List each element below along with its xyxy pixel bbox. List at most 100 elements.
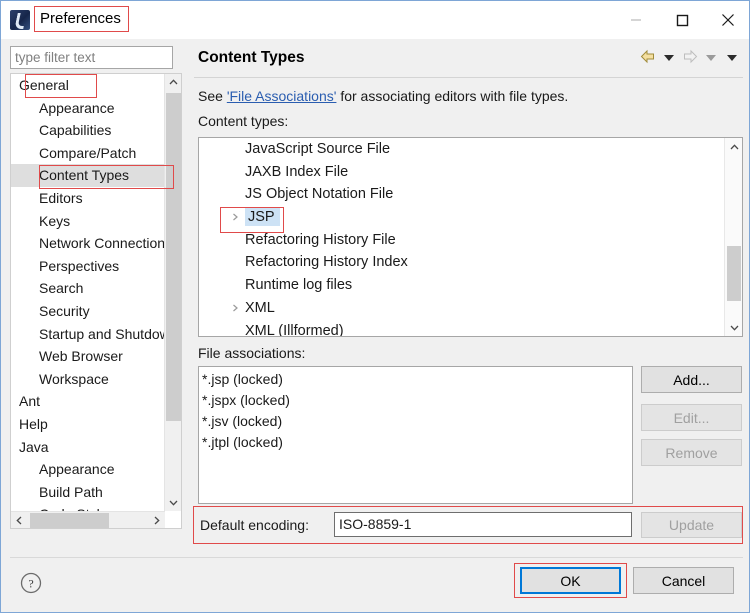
content-types-rows: JavaScript Source File JAXB Index File JS …: [199, 138, 725, 336]
sidebar-item-label: Build Path: [39, 483, 103, 500]
close-button[interactable]: [705, 1, 749, 39]
sidebar-item-perspectives[interactable]: Perspectives: [11, 255, 165, 278]
tree-vertical-scrollbar[interactable]: [164, 74, 181, 511]
sidebar-item-editors[interactable]: Editors: [11, 187, 165, 210]
file-association-label: *.jtpl (locked): [202, 434, 283, 450]
add-button[interactable]: Add...: [641, 366, 742, 393]
content-type-row[interactable]: Refactoring History Index: [199, 251, 725, 274]
ok-button[interactable]: OK: [520, 567, 621, 594]
hint-prefix: See: [198, 88, 227, 104]
sidebar-item-label: Capabilities: [39, 122, 112, 139]
content-type-label: Runtime log files: [245, 277, 353, 294]
tree-scroll-down-icon[interactable]: [165, 494, 181, 511]
sidebar-item-help[interactable]: Help: [11, 413, 165, 436]
sidebar-item-build-path[interactable]: Build Path: [11, 481, 165, 504]
filter-input[interactable]: type filter text: [10, 46, 173, 69]
file-associations-label: File associations:: [198, 345, 306, 361]
sidebar-item-security[interactable]: Security: [11, 300, 165, 323]
hint-suffix: for associating editors with file types.: [336, 88, 569, 104]
tree-scroll-thumb[interactable]: [166, 93, 181, 421]
sidebar-item-keys[interactable]: Keys: [11, 210, 165, 233]
page-title: Content Types: [198, 49, 305, 66]
content-type-label: Refactoring History File: [245, 231, 396, 248]
header-divider: [194, 77, 743, 78]
content-type-row[interactable]: JS Object Notation File: [199, 183, 725, 206]
sidebar-item-appearance[interactable]: Appearance: [11, 458, 165, 481]
sidebar-item-label: Appearance: [39, 99, 115, 116]
sidebar-item-label: Keys: [39, 212, 71, 229]
content-type-row[interactable]: Refactoring History File: [199, 229, 725, 252]
sidebar-item-label: Java: [19, 438, 49, 455]
forward-dropdown-icon: [706, 55, 716, 61]
sidebar-item-content-types[interactable]: Content Types: [11, 164, 165, 187]
sidebar-item-network-connections[interactable]: Network Connections: [11, 232, 165, 255]
file-association-row[interactable]: *.jsp (locked): [202, 369, 632, 390]
chevron-right-icon[interactable]: [229, 206, 241, 229]
tree-scroll-up-icon[interactable]: [165, 74, 181, 91]
tree-hscroll-thumb[interactable]: [30, 513, 109, 528]
ctypes-scroll-thumb[interactable]: [727, 246, 741, 301]
sidebar-item-search[interactable]: Search: [11, 277, 165, 300]
ctypes-scroll-up-icon[interactable]: [725, 138, 742, 156]
sidebar-item-label: Perspectives: [39, 257, 120, 274]
footer-divider: [10, 557, 743, 558]
sidebar-item-compare-patch[interactable]: Compare/Patch: [11, 142, 165, 165]
content-type-row[interactable]: XML: [199, 297, 725, 320]
content-type-row[interactable]: XML (Illformed): [199, 320, 725, 337]
ctypes-scroll-down-icon[interactable]: [725, 318, 742, 336]
sidebar-item-label: Help: [19, 415, 48, 432]
help-icon[interactable]: ?: [19, 571, 43, 595]
file-associations-link[interactable]: 'File Associations': [227, 88, 337, 104]
title-bar: Preferences: [1, 1, 749, 39]
file-association-row[interactable]: *.jsv (locked): [202, 411, 632, 432]
sidebar-item-label: Editors: [39, 189, 83, 206]
sidebar-item-appearance[interactable]: Appearance: [11, 97, 165, 120]
view-menu-dropdown-icon[interactable]: [723, 48, 741, 66]
content-types-label: Content types:: [198, 113, 289, 129]
content-type-label: JS Object Notation File: [245, 186, 394, 203]
default-encoding-input[interactable]: ISO-8859-1: [334, 512, 632, 537]
tree-scroll-right-icon[interactable]: [148, 512, 165, 528]
chevron-right-icon[interactable]: [229, 297, 241, 320]
update-button: Update: [641, 512, 742, 538]
content-type-row[interactable]: JAXB Index File: [199, 161, 725, 184]
sidebar-item-code-style[interactable]: Code Style: [11, 503, 165, 511]
content-type-row[interactable]: JavaScript Source File: [199, 138, 725, 161]
maximize-button[interactable]: [659, 1, 705, 39]
sidebar-item-ant[interactable]: Ant: [11, 390, 165, 413]
sidebar-item-java[interactable]: Java: [11, 436, 165, 459]
sidebar-item-capabilities[interactable]: Capabilities: [11, 119, 165, 142]
sidebar-item-label: Compare/Patch: [39, 144, 137, 161]
remove-button: Remove: [641, 439, 742, 466]
sidebar-item-startup-and-shutdown[interactable]: Startup and Shutdown: [11, 323, 165, 346]
sidebar-item-web-browser[interactable]: Web Browser: [11, 345, 165, 368]
back-dropdown-icon[interactable]: [660, 48, 678, 66]
content-type-row[interactable]: Runtime log files: [199, 274, 725, 297]
preferences-tree[interactable]: General Appearance Capabilities Compare/Pat…: [10, 73, 182, 529]
file-association-label: *.jspx (locked): [202, 392, 290, 408]
file-associations-hint: See 'File Associations' for associating …: [198, 88, 568, 104]
sidebar-item-label: Appearance: [39, 461, 115, 478]
content-types-list[interactable]: JavaScript Source File JAXB Index File JS …: [198, 137, 743, 337]
cancel-button[interactable]: Cancel: [633, 567, 734, 594]
content-type-row[interactable]: JSP: [199, 206, 725, 229]
tree-scroll-left-icon[interactable]: [11, 512, 28, 528]
minimize-button[interactable]: [613, 1, 659, 39]
sidebar-item-label: General: [19, 77, 69, 93]
sidebar-item-general[interactable]: General: [11, 74, 165, 97]
content-type-label: JSP: [245, 208, 280, 227]
content-type-label: XML: [245, 299, 275, 316]
file-association-row[interactable]: *.jtpl (locked): [202, 432, 632, 453]
sidebar-item-label: Content Types: [39, 167, 130, 184]
sidebar-item-workspace[interactable]: Workspace: [11, 368, 165, 391]
file-association-row[interactable]: *.jspx (locked): [202, 390, 632, 411]
sidebar-item-label: Workspace: [39, 370, 109, 387]
content-types-scrollbar[interactable]: [724, 138, 742, 336]
tree-items-container: General Appearance Capabilities Compare/Pat…: [11, 74, 165, 511]
back-arrow-icon[interactable]: [639, 48, 657, 66]
window-title: Preferences: [40, 10, 121, 28]
default-encoding-label: Default encoding:: [200, 517, 309, 533]
tree-horizontal-scrollbar[interactable]: [11, 511, 165, 528]
file-associations-list[interactable]: *.jsp (locked) *.jspx (locked) *.jsv (lock…: [198, 366, 633, 504]
file-association-label: *.jsv (locked): [202, 413, 283, 429]
